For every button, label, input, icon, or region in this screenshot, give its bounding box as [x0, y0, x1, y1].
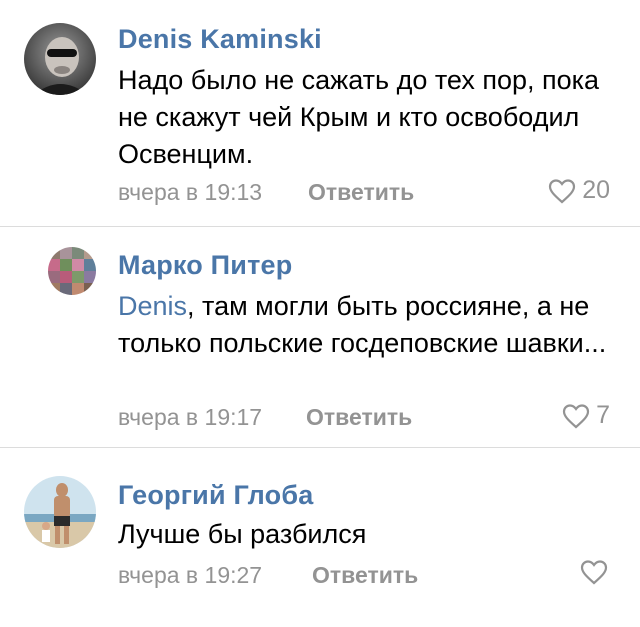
comment-timestamp: вчера в 19:13 — [118, 179, 263, 205]
avatar[interactable] — [24, 476, 96, 548]
divider — [0, 447, 640, 448]
like-button[interactable]: 20 — [548, 176, 610, 205]
like-count: 20 — [582, 176, 610, 204]
like-button[interactable] — [580, 559, 608, 585]
avatar[interactable] — [24, 23, 96, 95]
heart-outline-icon — [562, 403, 590, 428]
comment-timestamp: вчера в 19:27 — [118, 562, 263, 588]
comment-timestamp: вчера в 19:17 — [118, 404, 263, 430]
comment-author[interactable]: Марко Питер — [118, 250, 292, 281]
comment-text: Надо было не сажать до тех пор, пока не … — [118, 65, 600, 169]
reply-button[interactable]: Ответить — [306, 404, 412, 431]
comment-text: Лучше бы разбился — [118, 519, 367, 549]
comment-text: Denis, там могли быть россияне, а не тол… — [118, 288, 618, 362]
comments-feed: Denis Kaminski Надо было не сажать до те… — [0, 0, 640, 627]
heart-outline-icon — [580, 560, 608, 585]
like-button[interactable]: 7 — [562, 401, 610, 430]
mention-link[interactable]: Denis — [118, 291, 187, 321]
comment-text-body: , там могли быть россияне, а не только п… — [118, 291, 607, 358]
comment-author[interactable]: Denis Kaminski — [118, 24, 322, 55]
reply-button[interactable]: Ответить — [308, 179, 414, 206]
reply-button[interactable]: Ответить — [312, 562, 418, 589]
divider — [0, 226, 640, 227]
like-count: 7 — [596, 401, 610, 429]
avatar[interactable] — [48, 247, 96, 295]
heart-outline-icon — [549, 178, 576, 203]
comment-author[interactable]: Георгий Глоба — [118, 480, 313, 511]
